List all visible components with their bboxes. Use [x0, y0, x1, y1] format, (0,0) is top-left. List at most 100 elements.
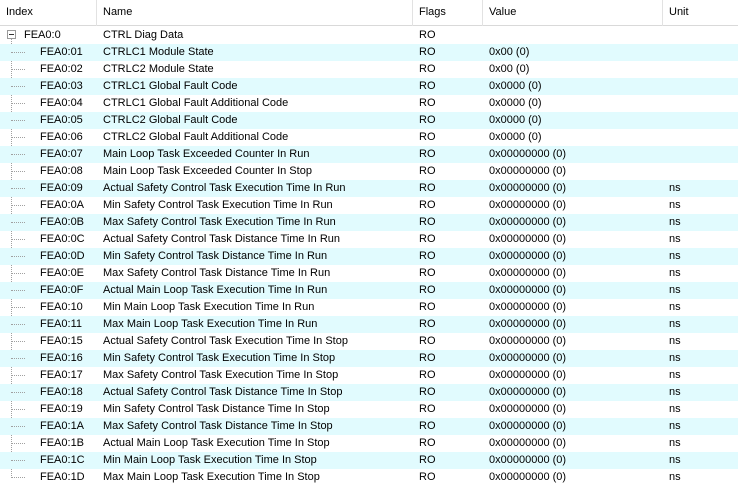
flags-cell: RO — [419, 437, 436, 449]
table-row[interactable]: FEA0:11 Max Main Loop Task Execution Time… — [0, 316, 738, 333]
index-text: FEA0:16 — [40, 352, 83, 364]
flags-cell: RO — [419, 182, 436, 194]
table-row[interactable]: FEA0:0C Actual Safety Control Task Distan… — [0, 231, 738, 248]
index-text: FEA0:17 — [40, 369, 83, 381]
name-cell: Min Main Loop Task Execution Time In Run — [103, 301, 315, 313]
table-row[interactable]: FEA0:1C Min Main Loop Task Execution Time… — [0, 452, 738, 469]
unit-cell — [669, 163, 738, 180]
value-cell: 0x00000000 (0) — [489, 182, 567, 194]
index-cell: FEA0:02 — [0, 61, 97, 78]
index-text: FEA0:01 — [40, 46, 83, 58]
table-row[interactable]: FEA0:16 Min Safety Control Task Execution… — [0, 350, 738, 367]
unit-cell — [669, 95, 738, 112]
table-row[interactable]: FEA0:1A Max Safety Control Task Distance … — [0, 418, 738, 435]
value-cell: 0x00000000 (0) — [489, 335, 567, 347]
tree-branch-line — [11, 188, 25, 189]
unit-cell: ns — [669, 352, 681, 364]
table-row[interactable]: FEA0:19 Min Safety Control Task Distance … — [0, 401, 738, 418]
tree-branch-line — [11, 392, 25, 393]
index-cell: FEA0:1A — [0, 418, 97, 435]
unit-cell: ns — [669, 420, 681, 432]
index-cell: FEA0:08 — [0, 163, 97, 180]
tree-root-row[interactable]: FEA0:0 CTRL Diag Data RO — [0, 27, 738, 44]
table-row[interactable]: FEA0:01 CTRLC1 Module State RO 0x00 (0) — [0, 44, 738, 61]
table-row[interactable]: FEA0:1D Max Main Loop Task Execution Time… — [0, 469, 738, 486]
tree-branch-line — [11, 460, 25, 461]
value-cell: 0x0000 (0) — [489, 131, 542, 143]
table-row[interactable]: FEA0:17 Max Safety Control Task Execution… — [0, 367, 738, 384]
tree-branch-line — [11, 69, 25, 70]
table-row[interactable]: FEA0:06 CTRLC2 Global Fault Additional Co… — [0, 129, 738, 146]
collapse-minus-icon[interactable] — [7, 30, 16, 39]
table-row[interactable]: FEA0:0F Actual Main Loop Task Execution T… — [0, 282, 738, 299]
flags-cell: RO — [419, 165, 436, 177]
index-cell: FEA0:01 — [0, 44, 97, 61]
unit-cell: ns — [669, 267, 681, 279]
value-cell: 0x00000000 (0) — [489, 233, 567, 245]
column-header-value[interactable]: Value — [483, 0, 663, 26]
index-cell: FEA0:0D — [0, 248, 97, 265]
index-cell: FEA0:15 — [0, 333, 97, 350]
index-text: FEA0:1B — [40, 437, 85, 449]
column-header-index[interactable]: Index — [0, 0, 97, 26]
index-text: FEA0:10 — [40, 301, 83, 313]
tree-branch-line — [11, 154, 25, 155]
value-cell: 0x00000000 (0) — [489, 420, 567, 432]
value-cell: 0x00000000 (0) — [489, 352, 567, 364]
unit-cell — [669, 27, 738, 44]
table-row[interactable]: FEA0:04 CTRLC1 Global Fault Additional Co… — [0, 95, 738, 112]
index-text: FEA0:15 — [40, 335, 83, 347]
index-cell: FEA0:05 — [0, 112, 97, 129]
table-row[interactable]: FEA0:0E Max Safety Control Task Distance … — [0, 265, 738, 282]
index-cell: FEA0:0E — [0, 265, 97, 282]
index-cell: FEA0:0 — [0, 27, 97, 44]
name-cell: CTRLC1 Module State — [103, 46, 214, 58]
name-cell: Min Safety Control Task Distance Time In… — [103, 403, 330, 415]
unit-cell: ns — [669, 403, 681, 415]
value-cell: 0x00000000 (0) — [489, 318, 567, 330]
unit-cell — [669, 61, 738, 78]
column-header-unit[interactable]: Unit — [663, 0, 738, 26]
column-header-bar: Index Name Flags Value Unit — [0, 0, 738, 26]
table-row[interactable]: FEA0:0B Max Safety Control Task Execution… — [0, 214, 738, 231]
column-header-name[interactable]: Name — [97, 0, 413, 26]
unit-cell: ns — [669, 369, 681, 381]
index-text: FEA0:0D — [40, 250, 85, 262]
value-cell: 0x00 (0) — [489, 46, 530, 58]
table-row[interactable]: FEA0:03 CTRLC1 Global Fault Code RO 0x0000 … — [0, 78, 738, 95]
table-row[interactable]: FEA0:0A Min Safety Control Task Execution… — [0, 197, 738, 214]
table-row[interactable]: FEA0:1B Actual Main Loop Task Execution T… — [0, 435, 738, 452]
value-cell: 0x00000000 (0) — [489, 437, 567, 449]
table-row[interactable]: FEA0:0D Min Safety Control Task Distance … — [0, 248, 738, 265]
table-row[interactable]: FEA0:05 CTRLC2 Global Fault Code RO 0x0000 … — [0, 112, 738, 129]
table-row[interactable]: FEA0:08 Main Loop Task Exceeded Counter I… — [0, 163, 738, 180]
unit-cell: ns — [669, 233, 681, 245]
value-cell: 0x00000000 (0) — [489, 267, 567, 279]
flags-cell: RO — [419, 250, 436, 262]
tree-branch-line — [11, 103, 25, 104]
index-cell: FEA0:0B — [0, 214, 97, 231]
table-row[interactable]: FEA0:18 Actual Safety Control Task Distan… — [0, 384, 738, 401]
index-cell: FEA0:1B — [0, 435, 97, 452]
index-text: FEA0:0A — [40, 199, 85, 211]
flags-cell: RO — [419, 97, 436, 109]
table-row[interactable]: FEA0:02 CTRLC2 Module State RO 0x00 (0) — [0, 61, 738, 78]
table-row[interactable]: FEA0:15 Actual Safety Control Task Execut… — [0, 333, 738, 350]
unit-cell: ns — [669, 250, 681, 262]
index-text: FEA0:07 — [40, 148, 83, 160]
index-cell: FEA0:11 — [0, 316, 97, 333]
table-row[interactable]: FEA0:10 Min Main Loop Task Execution Time… — [0, 299, 738, 316]
table-row[interactable]: FEA0:07 Main Loop Task Exceeded Counter I… — [0, 146, 738, 163]
column-header-flags[interactable]: Flags — [413, 0, 483, 26]
value-cell: 0x00000000 (0) — [489, 250, 567, 262]
unit-cell: ns — [669, 335, 681, 347]
tree-branch-line — [11, 256, 25, 257]
table-row[interactable]: FEA0:09 Actual Safety Control Task Execut… — [0, 180, 738, 197]
flags-cell: RO — [419, 454, 436, 466]
flags-cell: RO — [419, 148, 436, 160]
unit-cell: ns — [669, 437, 681, 449]
index-text: FEA0:0B — [40, 216, 85, 228]
name-cell: Actual Main Loop Task Execution Time In … — [103, 437, 330, 449]
name-cell: Max Safety Control Task Execution Time I… — [103, 216, 336, 228]
index-text: FEA0:0 — [24, 29, 61, 41]
